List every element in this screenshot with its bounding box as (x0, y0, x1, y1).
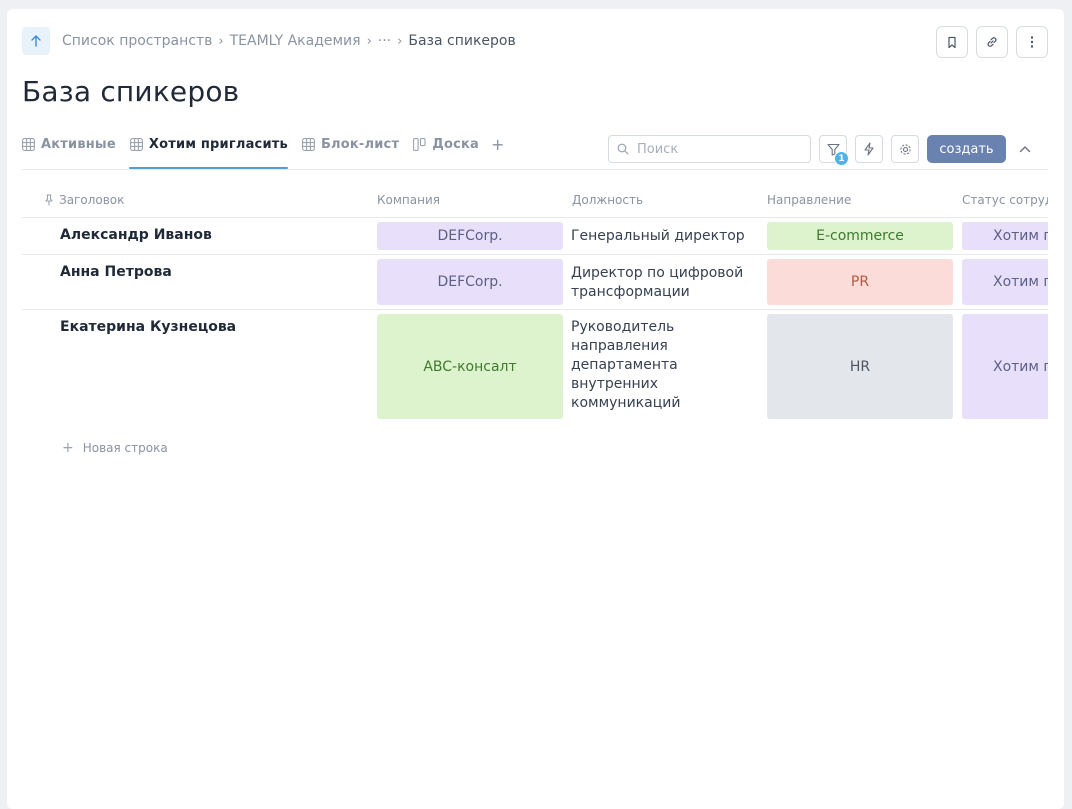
breadcrumb-item-academy[interactable]: TEAMLY Академия (230, 33, 361, 49)
table-header: Заголовок Компания Должность Направление… (22, 182, 1048, 218)
row-title[interactable]: Александр Иванов (22, 218, 372, 254)
tab-label: Доска (432, 136, 480, 152)
direction-cell[interactable]: HR (762, 310, 957, 420)
chevron-right-icon: › (218, 33, 224, 49)
company-tag: DEFCorp. (377, 259, 563, 305)
board-icon (413, 137, 426, 151)
tab-block-list[interactable]: Блок-лист (301, 130, 400, 158)
company-cell[interactable]: DEFCorp. (372, 218, 567, 254)
lightning-icon (864, 142, 874, 156)
tabs-divider (22, 169, 1048, 170)
view-tabs: Активные Хотим пригласить Блок-лист Доск… (22, 130, 504, 170)
table-row[interactable]: Анна Петрова DEFCorp. Директор по цифров… (22, 255, 1048, 310)
gear-icon (899, 143, 911, 155)
row-title[interactable]: Екатерина Кузнецова (22, 310, 372, 420)
column-header-title[interactable]: Заголовок (22, 193, 372, 207)
position-cell[interactable]: Директор по цифровой трансформации (567, 255, 762, 309)
tab-label: Активные (41, 136, 116, 152)
status-cell[interactable]: Хотим пр (957, 255, 1048, 309)
column-title-label: Заголовок (59, 192, 125, 207)
status-cell[interactable]: Хотим пр (957, 310, 1048, 420)
table-icon (129, 137, 143, 151)
filter-button[interactable]: 1 (819, 135, 849, 166)
add-view-button[interactable]: + (491, 130, 504, 158)
header-actions (936, 26, 1048, 58)
direction-tag: HR (767, 314, 953, 419)
chevron-up-icon (1019, 146, 1031, 153)
tab-label: Хотим пригласить (148, 136, 288, 152)
column-header-employee-status[interactable]: Статус сотрудн (957, 193, 1048, 207)
copy-link-button[interactable] (976, 26, 1008, 58)
breadcrumb-item-current: База спикеров (408, 33, 516, 49)
direction-tag: PR (767, 259, 953, 305)
bookmark-icon (948, 36, 956, 48)
search-box[interactable] (608, 135, 811, 163)
chevron-right-icon: › (397, 33, 403, 49)
direction-cell[interactable]: PR (762, 255, 957, 309)
position-cell[interactable]: Руководитель направления департамента вн… (567, 310, 687, 420)
automation-button[interactable] (855, 135, 883, 163)
pin-icon (45, 193, 53, 206)
status-tag: Хотим пр (962, 314, 1048, 419)
collapse-button[interactable] (1016, 135, 1034, 163)
breadcrumb: Список пространств › TEAMLY Академия › ·… (22, 27, 516, 55)
status-tag: Хотим пр (962, 222, 1048, 250)
arrow-up-icon (31, 35, 41, 47)
filter-count-badge: 1 (834, 151, 849, 166)
tab-want-to-invite[interactable]: Хотим пригласить (128, 130, 288, 169)
breadcrumb-item-spaces[interactable]: Список пространств (62, 33, 212, 49)
column-header-position[interactable]: Должность (567, 193, 762, 207)
search-input[interactable] (637, 141, 787, 157)
navigate-up-button[interactable] (22, 27, 50, 55)
page-card: Список пространств › TEAMLY Академия › ·… (7, 9, 1064, 809)
tab-active[interactable]: Активные (22, 130, 116, 158)
create-button[interactable]: создать (927, 135, 1006, 163)
more-options-button[interactable] (1016, 26, 1048, 58)
direction-tag: E-commerce (767, 222, 953, 250)
position-cell[interactable]: Генеральный директор (567, 218, 762, 254)
column-header-company[interactable]: Компания (372, 193, 567, 207)
add-row-button[interactable]: + Новая строка (62, 440, 168, 456)
table-toolbar: 1 создать (608, 135, 1034, 166)
company-tag: ABC-консалт (377, 314, 563, 419)
tab-label: Блок-лист (320, 136, 400, 152)
plus-icon: + (62, 440, 74, 456)
table-icon (301, 137, 315, 151)
column-header-direction[interactable]: Направление (762, 193, 957, 207)
tab-board[interactable]: Доска (413, 130, 479, 158)
table-row[interactable]: Екатерина Кузнецова ABC-консалт Руководи… (22, 310, 1048, 420)
search-icon (617, 143, 629, 155)
add-row-label: Новая строка (82, 441, 168, 455)
speakers-table: Заголовок Компания Должность Направление… (22, 182, 1048, 420)
link-icon (987, 37, 997, 47)
more-vertical-icon (1030, 36, 1034, 48)
row-title[interactable]: Анна Петрова (22, 255, 372, 309)
chevron-right-icon: › (366, 33, 372, 49)
direction-cell[interactable]: E-commerce (762, 218, 957, 254)
breadcrumb-item-more[interactable]: ··· (378, 33, 391, 49)
company-cell[interactable]: DEFCorp. (372, 255, 567, 309)
page-title: База спикеров (22, 75, 240, 108)
status-cell[interactable]: Хотим пр (957, 218, 1048, 254)
bookmark-button[interactable] (936, 26, 968, 58)
table-row[interactable]: Александр Иванов DEFCorp. Генеральный ди… (22, 218, 1048, 255)
table-icon (22, 137, 35, 151)
company-tag: DEFCorp. (377, 222, 563, 250)
settings-button[interactable] (891, 135, 919, 163)
status-tag: Хотим пр (962, 259, 1048, 305)
company-cell[interactable]: ABC-консалт (372, 310, 567, 420)
